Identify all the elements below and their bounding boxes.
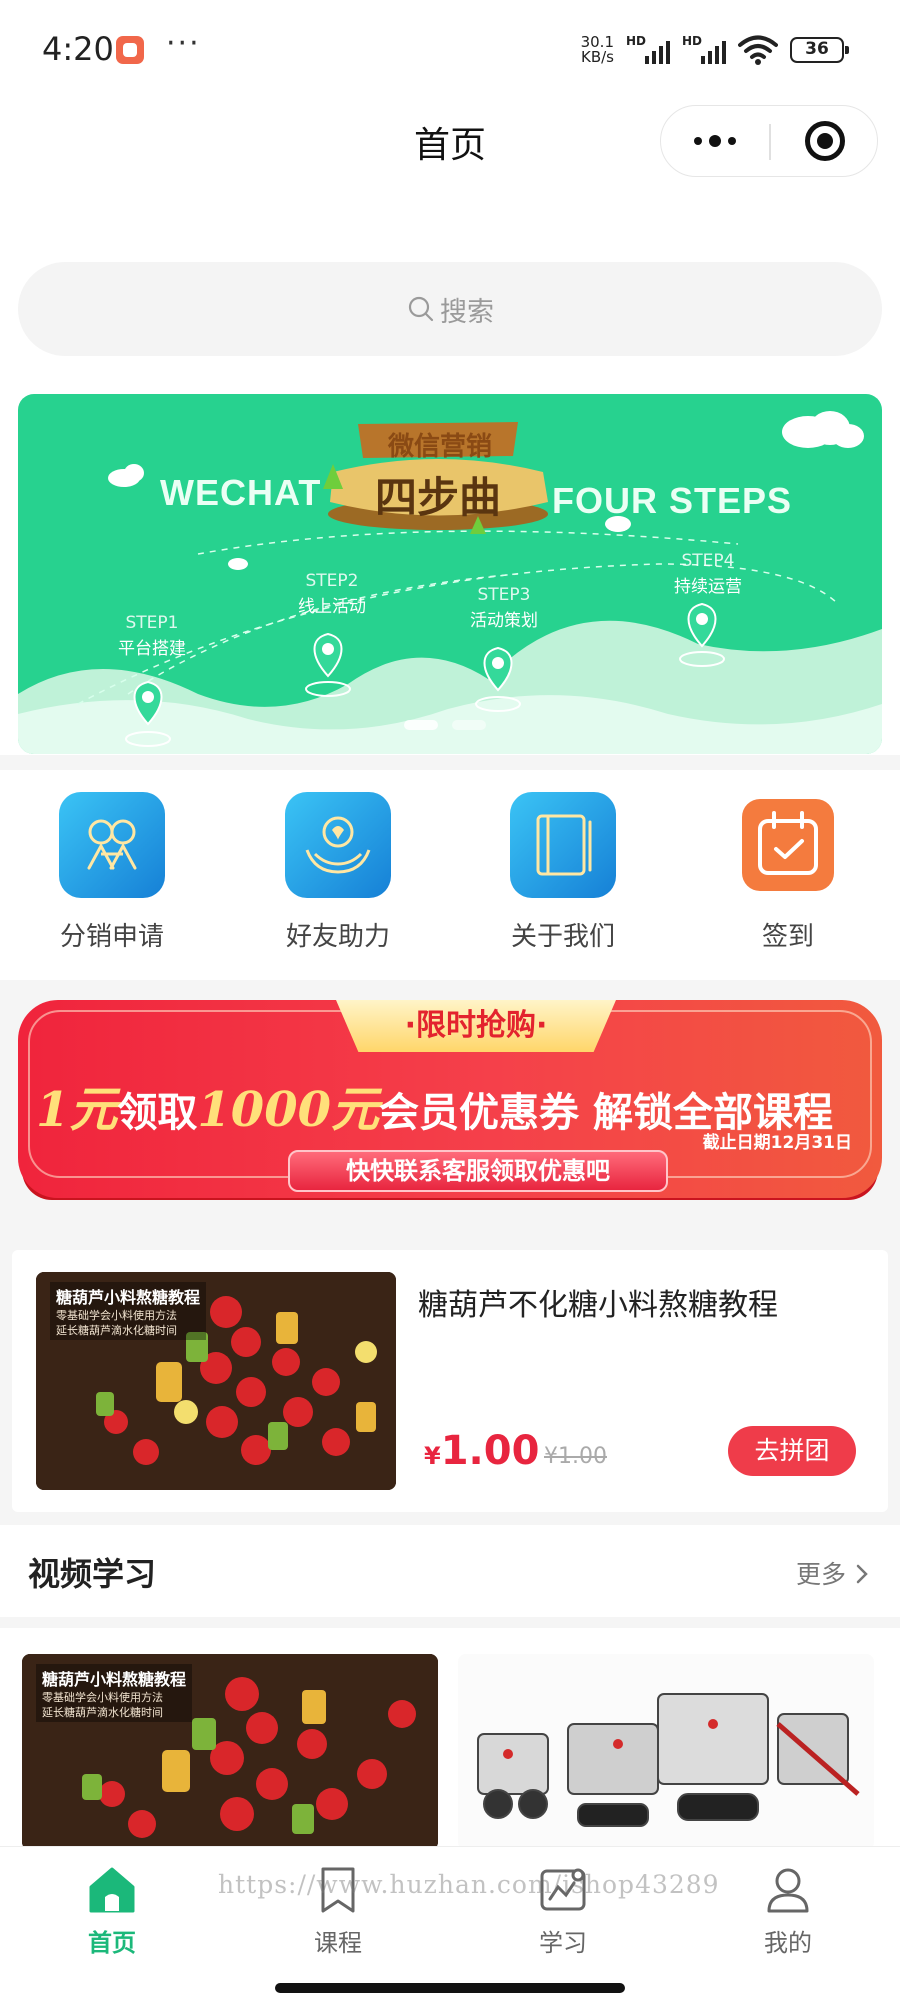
product-image[interactable]: 糖葫芦小料熬糖教程 零基础学会小料使用方法 延长糖葫芦滴水化糖时间: [36, 1272, 396, 1490]
more-menu-button[interactable]: [661, 106, 769, 176]
quick-entry-about-us[interactable]: 关于我们: [473, 792, 653, 953]
banner-step-3: STEP3 活动策划: [470, 585, 538, 631]
status-more-icon: ···: [166, 26, 201, 61]
promo-contact-button[interactable]: 快快联系客服领取优惠吧: [288, 1150, 668, 1192]
carousel-indicator: [404, 720, 486, 730]
carousel-dot-active[interactable]: [404, 720, 438, 730]
video-section-header: 视频学习 更多: [0, 1525, 900, 1617]
product-price: ¥1.00: [424, 1428, 540, 1474]
robot-kit-video-thumb: [458, 1654, 874, 1850]
more-link[interactable]: 更多: [796, 1555, 870, 1591]
banner-section: WECHAT FOUR STEPS 微信营销 四步曲 STEP1 平台搭建 STE…: [0, 380, 900, 755]
quick-entry-distribution[interactable]: 分销申请: [22, 792, 202, 953]
carousel-dot[interactable]: [452, 720, 486, 730]
video-card-caption: 糖葫芦小料熬糖教程 零基础学会小料使用方法 延长糖葫芦滴水化糖时间: [36, 1664, 193, 1722]
wifi-icon: [738, 35, 778, 65]
signal-icon-1: HD: [626, 34, 670, 66]
quick-entry-label: 好友助力: [285, 922, 390, 952]
network-speed: 30.1 KB/s: [580, 33, 614, 66]
promo-tag: ·限时抢购·: [336, 1000, 616, 1052]
banner-badge-top: 微信营销: [387, 432, 492, 462]
quick-entry-grid: 分销申请 好友助力 关于我们 签到: [0, 770, 900, 980]
capsule-divider: [769, 124, 771, 160]
banner-badge-main: 四步曲: [374, 473, 501, 522]
nav-bar: 首页: [0, 100, 900, 250]
profile-icon: [767, 1868, 809, 1913]
about-book-icon: [510, 792, 616, 898]
promo-deadline: 截止日期12月31日: [702, 1133, 852, 1153]
battery-icon: 36: [790, 37, 849, 63]
banner-right-text: FOUR STEPS: [552, 480, 793, 521]
status-right: 30.1 KB/s HD HD 36: [580, 30, 849, 70]
promo-section: ·限时抢购· 1元领取1000元会员优惠券 解锁全部课程 截止日期12月31日 快…: [0, 980, 900, 1235]
product-image-caption: 糖葫芦小料熬糖教程 零基础学会小料使用方法 延长糖葫芦滴水化糖时间: [50, 1282, 207, 1340]
app-notification-icon: [116, 36, 144, 64]
quick-entry-checkin[interactable]: 签到: [698, 792, 878, 953]
home-icon: [89, 1867, 135, 1913]
banner-left-text: WECHAT: [160, 472, 322, 513]
join-group-buy-button[interactable]: 去拼团: [728, 1426, 856, 1476]
promo-banner[interactable]: ·限时抢购· 1元领取1000元会员优惠券 解锁全部课程 截止日期12月31日 快…: [18, 1000, 882, 1198]
product-title[interactable]: 糖葫芦不化糖小料熬糖教程: [418, 1280, 778, 1324]
status-bar: 4:20 ··· 30.1 KB/s HD HD 36: [0, 0, 900, 100]
video-card[interactable]: [458, 1654, 874, 1850]
video-list: 糖葫芦小料熬糖教程 零基础学会小料使用方法 延长糖葫芦滴水化糖时间: [0, 1628, 900, 1850]
close-miniprogram-button[interactable]: [805, 121, 845, 161]
home-indicator: [275, 1983, 625, 1993]
group-buy-product-card[interactable]: 糖葫芦小料熬糖教程 零基础学会小料使用方法 延长糖葫芦滴水化糖时间 糖葫芦不化糖…: [12, 1250, 888, 1512]
banner-step-1: STEP1 平台搭建: [118, 613, 186, 659]
quick-entry-label: 签到: [761, 922, 814, 952]
distribution-icon: [59, 792, 165, 898]
page: { "status_bar": { "time": "4:20", "more"…: [0, 0, 900, 2000]
search-section: 搜索: [0, 250, 900, 380]
signal-icon-2: HD: [682, 34, 726, 66]
friends-help-icon: [285, 792, 391, 898]
product-original-price: ¥1.00: [544, 1444, 607, 1469]
banner-step-4: STEP4 持续运营: [674, 551, 742, 597]
quick-entry-label: 分销申请: [59, 922, 164, 952]
video-card[interactable]: 糖葫芦小料熬糖教程 零基础学会小料使用方法 延长糖葫芦滴水化糖时间: [22, 1654, 438, 1850]
miniprogram-capsule: [660, 105, 878, 177]
tab-profile[interactable]: 我的: [718, 1863, 858, 1958]
quick-entry-friends-help[interactable]: 好友助力: [248, 792, 428, 953]
watermark: https://www.huzhan.com/ishop43289: [218, 1870, 720, 1899]
calendar-check-icon: [742, 799, 834, 891]
banner-carousel[interactable]: WECHAT FOUR STEPS 微信营销 四步曲 STEP1 平台搭建 STE…: [18, 394, 882, 754]
search-icon: [408, 296, 434, 322]
search-input[interactable]: 搜索: [18, 262, 882, 356]
quick-entry-label: 关于我们: [510, 922, 615, 952]
section-title: 视频学习: [28, 1555, 157, 1593]
chevron-right-icon: [856, 1564, 868, 1584]
search-placeholder: 搜索: [440, 296, 494, 328]
tab-home[interactable]: 首页: [42, 1863, 182, 1958]
status-time: 4:20: [42, 30, 114, 68]
banner-step-2: STEP2 线上活动: [298, 571, 366, 617]
